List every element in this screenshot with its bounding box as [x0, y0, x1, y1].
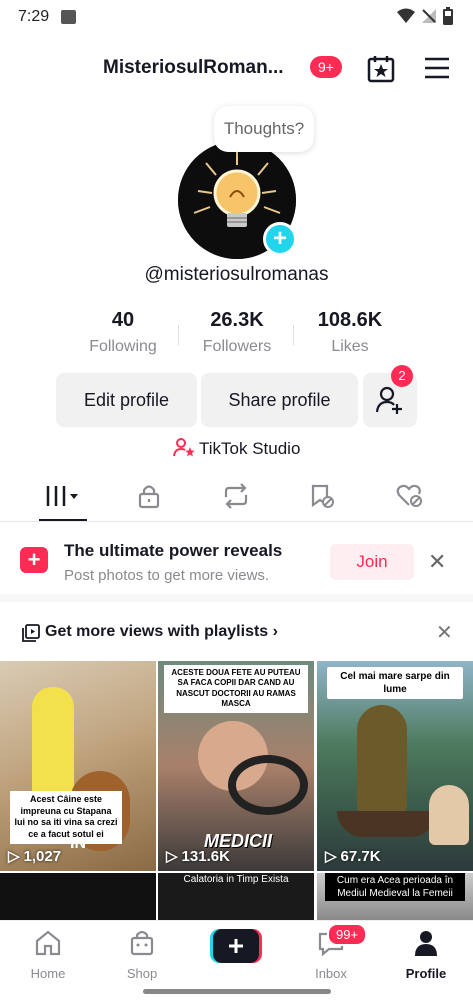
thumb-snake	[357, 705, 407, 815]
video-caption: Cel mai mare sarpe din lume	[327, 667, 463, 699]
status-time: 7:29	[18, 8, 50, 25]
active-tab-indicator	[39, 519, 87, 521]
notification-badge[interactable]: 9+	[310, 56, 342, 78]
video-grid: Acest Câine este impreuna cu Stapana lui…	[0, 661, 473, 920]
play-icon: ▷	[325, 848, 337, 865]
friends-count-badge: 2	[391, 365, 413, 387]
studio-person-star-icon	[172, 438, 195, 457]
video-thumbnail[interactable]: Cel mai mare sarpe din lume ▷ 67.7K	[317, 661, 473, 871]
bottom-navigation: Home Shop Inbox 99+ Profile	[0, 920, 473, 1000]
thumb-boat	[337, 811, 437, 837]
video-caption: ACESTE DOUA FETE AU PUTEAU SA FACA COPII…	[164, 665, 308, 713]
edit-profile-button[interactable]: Edit profile	[56, 373, 197, 427]
video-thumbnail[interactable]	[0, 873, 156, 920]
play-icon: ▷	[8, 848, 20, 865]
calendar-star-icon[interactable]	[366, 54, 396, 84]
video-caption: Cum era Acea perioada în Mediul Medieval…	[325, 873, 465, 901]
profile-header: MisteriosulRoman... 9+	[0, 50, 473, 86]
stat-label: Likes	[331, 338, 369, 355]
close-icon[interactable]: ✕	[436, 620, 453, 645]
photo-plus-icon: +	[20, 547, 48, 573]
profile-handle: @misteriosulromanas	[144, 264, 329, 285]
status-icons	[397, 7, 453, 25]
tab-private[interactable]	[129, 480, 169, 512]
video-overlay-text: IN	[70, 835, 86, 852]
video-views: ▷ 1,027	[8, 847, 62, 866]
stat-value: 40	[111, 309, 135, 331]
nav-label: Profile	[405, 966, 447, 981]
create-button[interactable]	[210, 929, 262, 963]
content-tabs	[0, 470, 473, 522]
video-thumbnail[interactable]: Cum era Acea perioada în Mediul Medieval…	[317, 873, 473, 920]
promo-subtitle: Post photos to get more views.	[64, 567, 270, 584]
menu-icon[interactable]	[424, 56, 450, 80]
stat-label: Following	[89, 338, 157, 355]
thumb-narrator	[429, 785, 469, 845]
stat-value: 26.3K	[210, 309, 264, 331]
video-views: ▷ 67.7K	[325, 847, 381, 866]
stat-following[interactable]: 40 Following	[73, 309, 173, 356]
promo-banner: + The ultimate power reveals Post photos…	[0, 522, 473, 602]
studio-label: TikTok Studio	[199, 439, 301, 458]
signal-icon	[422, 9, 436, 23]
repost-icon	[224, 483, 248, 509]
close-icon[interactable]: ✕	[428, 549, 446, 575]
tiktok-studio-link[interactable]: TikTok Studio	[0, 437, 473, 459]
share-profile-button[interactable]: Share profile	[201, 373, 358, 427]
plus-icon	[210, 929, 262, 963]
nav-label: Inbox	[315, 966, 347, 981]
grid-bars-icon	[46, 486, 78, 506]
nav-profile[interactable]: Profile	[386, 929, 466, 981]
video-thumbnail[interactable]: ACESTE DOUA FETE AU PUTEAU SA FACA COPII…	[158, 661, 314, 871]
video-caption: Calatoria in Timp Exista	[183, 874, 289, 885]
video-caption: Acest Câine este impreuna cu Stapana lui…	[10, 791, 122, 844]
find-friends-button[interactable]: 2	[363, 365, 417, 427]
video-thumbnail[interactable]: Calatoria in Timp Exista	[158, 873, 314, 920]
playlists-label: Get more views with playlists ›	[45, 623, 278, 640]
wifi-icon	[397, 8, 415, 23]
heart-hidden-icon	[396, 484, 422, 507]
profile-username-title[interactable]: MisteriosulRoman...	[103, 57, 303, 79]
gallery-notification-icon	[61, 10, 76, 24]
nav-label: Home	[30, 966, 66, 981]
stat-likes[interactable]: 108.6K Likes	[300, 309, 400, 356]
add-friend-icon	[375, 386, 402, 414]
stat-divider	[178, 325, 179, 345]
stat-divider	[293, 325, 294, 345]
video-views: ▷ 131.6K	[166, 847, 230, 866]
nav-shop[interactable]: Shop	[102, 929, 182, 981]
shopping-bag-icon	[130, 930, 154, 956]
play-icon: ▷	[166, 848, 178, 865]
home-icon	[35, 930, 61, 956]
join-button[interactable]: Join	[330, 544, 414, 580]
profile-icon	[415, 931, 437, 956]
promo-title: The ultimate power reveals	[64, 541, 283, 560]
nav-home[interactable]: Home	[8, 929, 88, 981]
stat-value: 108.6K	[317, 309, 383, 331]
stat-followers[interactable]: 26.3K Followers	[187, 309, 287, 356]
video-thumbnail[interactable]: Acest Câine este impreuna cu Stapana lui…	[0, 661, 156, 871]
thumb-steering-wheel	[228, 755, 308, 815]
tab-liked[interactable]	[390, 480, 430, 512]
nav-label: Shop	[126, 966, 158, 981]
tab-favorites[interactable]	[302, 480, 342, 512]
bookmark-hidden-icon	[311, 484, 334, 508]
add-story-button[interactable]: +	[263, 222, 297, 256]
playlist-icon	[22, 624, 40, 642]
tab-videos[interactable]	[43, 480, 83, 512]
tab-reposts[interactable]	[216, 480, 256, 512]
stat-label: Followers	[202, 338, 272, 355]
lock-icon	[138, 485, 160, 509]
home-indicator	[143, 989, 331, 994]
playlists-banner[interactable]: Get more views with playlists › ✕	[0, 612, 473, 652]
status-bar: 7:29	[0, 0, 473, 34]
battery-icon	[443, 7, 453, 25]
inbox-badge: 99+	[327, 923, 368, 946]
profile-stats: 40 Following 26.3K Followers 108.6K Like…	[60, 309, 413, 361]
thoughts-bubble[interactable]: Thoughts?	[214, 106, 314, 152]
